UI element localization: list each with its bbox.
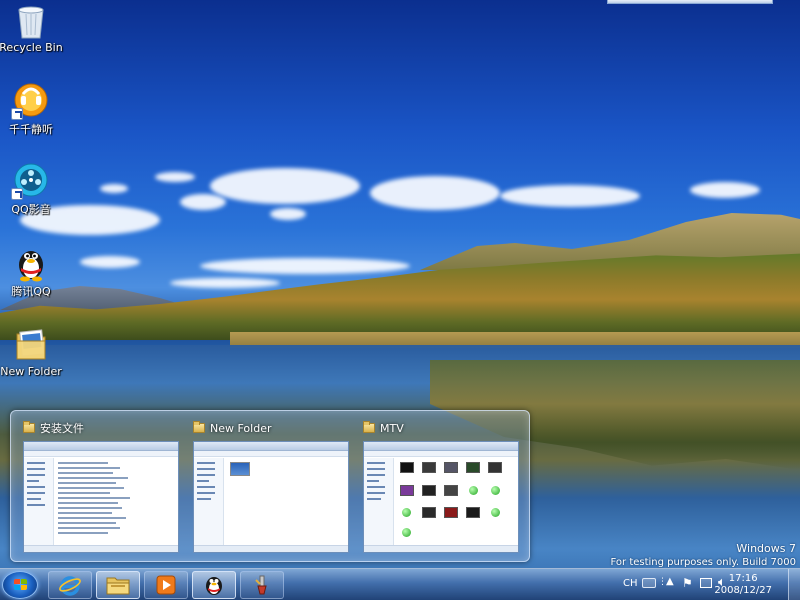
taskbar-thumbnail-preview: 安装文件 New Folder MTV	[10, 410, 530, 562]
thumbnail-title: 安装文件	[40, 422, 84, 435]
keyboard-icon[interactable]	[642, 578, 656, 588]
desktop-icon-ttplayer[interactable]: 千千静听	[0, 82, 66, 137]
desktop-icon-label: QQ影音	[11, 203, 51, 216]
qq-penguin-icon	[13, 244, 49, 282]
qq-penguin-icon	[206, 577, 222, 595]
taskbar-button-paint[interactable]	[240, 571, 284, 599]
desktop-icon-label: Recycle Bin	[0, 41, 63, 54]
thumbnail-window-mtv[interactable]: MTV	[363, 419, 523, 553]
network-icon[interactable]	[700, 578, 712, 588]
thumbnail-preview-image	[363, 441, 519, 553]
qq-player-icon	[11, 162, 49, 200]
thumbnail-preview-image	[23, 441, 179, 553]
folder-icon	[193, 421, 205, 433]
clock[interactable]: 17:16 2008/12/27	[714, 573, 772, 597]
desktop-icon-label: 千千静听	[9, 123, 53, 136]
taskbar: CH ⋮ ▲ ⚑ 🔈︎ 17:16 2008/12/27	[0, 568, 800, 600]
taskbar-button-qq[interactable]	[192, 571, 236, 599]
offscreen-window-edge	[607, 0, 773, 4]
desktop-icon-qq[interactable]: 腾讯QQ	[0, 244, 66, 299]
taskbar-button-windows-explorer[interactable]	[96, 571, 140, 599]
thumbnail-window-install-files[interactable]: 安装文件	[23, 419, 183, 553]
taskbar-button-media-player[interactable]	[144, 571, 188, 599]
desktop-icon-new-folder[interactable]: New Folder	[0, 326, 66, 378]
internet-explorer-icon	[59, 576, 81, 596]
folder-icon	[13, 326, 49, 362]
clock-date: 2008/12/27	[714, 585, 772, 596]
media-player-icon	[156, 575, 176, 595]
system-tray: CH ⋮ ▲ ⚑ 🔈︎	[620, 569, 800, 600]
taskbar-button-internet-explorer[interactable]	[48, 571, 92, 599]
action-center-flag-icon[interactable]: ⚑	[682, 576, 693, 590]
ttplayer-icon	[11, 82, 49, 120]
build-info-label: For testing purposes only. Build 7000	[610, 557, 796, 568]
start-button[interactable]	[2, 571, 38, 599]
thumbnail-preview-image	[193, 441, 349, 553]
desktop-icon-label: 腾讯QQ	[11, 285, 51, 298]
thumbnail-title: MTV	[380, 421, 404, 435]
windows-explorer-icon	[106, 577, 130, 595]
desktop-icon-label: New Folder	[0, 365, 62, 378]
desktop-icon-qq-player[interactable]: QQ影音	[0, 162, 66, 217]
recycle-bin-icon	[13, 2, 49, 39]
show-hidden-icons-icon[interactable]: ▲	[666, 576, 674, 587]
paint-brush-icon	[255, 575, 267, 595]
show-desktop-button[interactable]	[788, 569, 800, 600]
thumbnail-title: New Folder	[210, 421, 272, 435]
folder-icon	[363, 421, 375, 433]
clock-time: 17:16	[728, 573, 758, 584]
thumbnail-window-new-folder[interactable]: New Folder	[193, 419, 353, 553]
windows-logo-icon	[14, 579, 28, 592]
desktop-icon-recycle-bin[interactable]: Recycle Bin	[0, 2, 66, 54]
folder-icon	[23, 421, 35, 433]
language-indicator[interactable]: CH	[623, 578, 638, 589]
windows-version-label: Windows 7	[736, 542, 796, 555]
